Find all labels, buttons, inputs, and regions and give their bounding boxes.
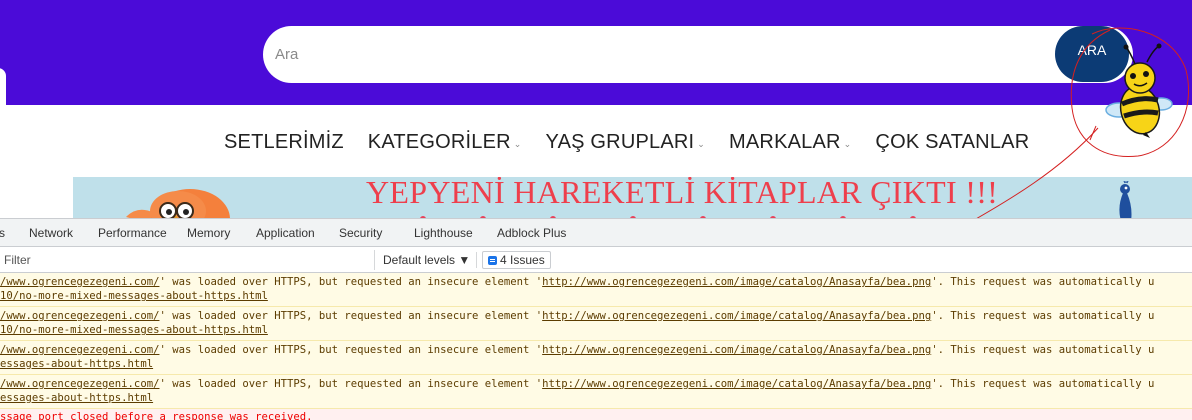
side-panel-edge (0, 68, 6, 114)
search-button[interactable]: ARA (1055, 26, 1129, 82)
info-link[interactable]: 10/no-more-mixed-messages-about-https.ht… (0, 290, 268, 302)
site-header: ARA (0, 0, 1192, 114)
toolbar-divider (476, 252, 477, 268)
nav-item-yas-gruplari[interactable]: YAŞ GRUPLARI ⌄ (546, 131, 706, 154)
issues-icon (488, 255, 497, 265)
warning-text-tail: '. This request was automatically u (931, 310, 1155, 322)
issues-button[interactable]: 4 Issues (482, 251, 551, 269)
page-url-link[interactable]: /www.ogrencegezegeni.com/ (0, 310, 159, 322)
error-text: ssage port closed before a response was … (0, 411, 313, 420)
insecure-element-link[interactable]: http://www.ogrencegezegeni.com/image/cat… (542, 276, 931, 288)
insecure-element-link[interactable]: http://www.ogrencegezegeni.com/image/cat… (542, 310, 931, 322)
tab-security[interactable]: Security (339, 226, 382, 240)
tab-application[interactable]: Application (256, 226, 315, 240)
info-link[interactable]: 10/no-more-mixed-messages-about-https.ht… (0, 324, 268, 336)
warning-text: ' was loaded over HTTPS, but requested a… (159, 310, 543, 322)
promo-banner[interactable]: YEPYENİ HAREKETLİ KİTAPLAR ÇIKTI !!! (73, 177, 1192, 218)
warning-text-tail: '. This request was automatically u (931, 344, 1155, 356)
warning-text-tail: '. This request was automatically u (931, 378, 1155, 390)
console-error[interactable]: ssage port closed before a response was … (0, 409, 1192, 420)
nav-item-markalar[interactable]: MARKALAR ⌄ (729, 131, 851, 154)
main-nav: SETLERİMİZ KATEGORİLER ⌄ YAŞ GRUPLARI ⌄ … (224, 128, 1029, 156)
tab-lighthouse[interactable]: Lighthouse (414, 226, 473, 240)
peacock-illustration (1119, 181, 1132, 218)
page-url-link[interactable]: /www.ogrencegezegeni.com/ (0, 276, 159, 288)
log-levels-label: Default levels (383, 253, 456, 267)
nav-item-label: YAŞ GRUPLARI (545, 130, 695, 153)
nav-item-setlerimiz[interactable]: SETLERİMİZ (224, 131, 344, 154)
search-input[interactable] (275, 34, 1035, 75)
chevron-down-icon: ⌄ (843, 138, 852, 149)
owl-illustration (126, 189, 230, 218)
issues-count: 4 Issues (500, 253, 545, 267)
info-link[interactable]: essages-about-https.html (0, 392, 153, 404)
nav-item-cok-satanlar[interactable]: ÇOK SATANLAR (875, 131, 1029, 154)
caret-down-icon: ▼ (458, 253, 471, 267)
console-warning[interactable]: /www.ogrencegezegeni.com/' was loaded ov… (0, 341, 1192, 375)
search-box (263, 26, 1133, 83)
banner-subtitle-glimpse (420, 216, 916, 218)
tab-adblock-plus[interactable]: Adblock Plus (497, 226, 566, 240)
warning-text: ' was loaded over HTTPS, but requested a… (159, 378, 543, 390)
console-toolbar: Default levels ▼ 4 Issues (0, 247, 1192, 273)
warning-text: ' was loaded over HTTPS, but requested a… (159, 344, 543, 356)
insecure-element-link[interactable]: http://www.ogrencegezegeni.com/image/cat… (542, 378, 931, 390)
nav-item-label: MARKALAR (729, 130, 841, 153)
nav-item-kategoriler[interactable]: KATEGORİLER ⌄ (368, 131, 522, 154)
warning-text-tail: '. This request was automatically u (931, 276, 1155, 288)
info-link[interactable]: essages-about-https.html (0, 358, 153, 370)
page-url-link[interactable]: /www.ogrencegezegeni.com/ (0, 378, 159, 390)
console-warning[interactable]: /www.ogrencegezegeni.com/' was loaded ov… (0, 273, 1192, 307)
chevron-down-icon: ⌄ (513, 138, 522, 149)
console-warning[interactable]: /www.ogrencegezegeni.com/' was loaded ov… (0, 307, 1192, 341)
insecure-element-link[interactable]: http://www.ogrencegezegeni.com/image/cat… (542, 344, 931, 356)
devtools-tabbar: s Network Performance Memory Application… (0, 219, 1192, 247)
console-warning[interactable]: /www.ogrencegezegeni.com/' was loaded ov… (0, 375, 1192, 409)
tab-sources[interactable]: s (0, 226, 5, 240)
nav-item-label: ÇOK SATANLAR (875, 130, 1030, 153)
console-filter-input[interactable] (0, 250, 375, 270)
page-url-link[interactable]: /www.ogrencegezegeni.com/ (0, 344, 159, 356)
nav-item-label: SETLERİMİZ (224, 130, 344, 153)
chevron-down-icon: ⌄ (697, 138, 706, 149)
banner-headline: YEPYENİ HAREKETLİ KİTAPLAR ÇIKTI !!! (366, 177, 999, 210)
nav-item-label: KATEGORİLER (367, 130, 511, 153)
devtools-panel: s Network Performance Memory Application… (0, 218, 1192, 420)
tab-performance[interactable]: Performance (98, 226, 167, 240)
log-levels-dropdown[interactable]: Default levels ▼ (383, 253, 470, 267)
warning-text: ' was loaded over HTTPS, but requested a… (159, 276, 543, 288)
console-log: /www.ogrencegezegeni.com/' was loaded ov… (0, 273, 1192, 420)
tab-memory[interactable]: Memory (187, 226, 230, 240)
tab-network[interactable]: Network (29, 226, 73, 240)
